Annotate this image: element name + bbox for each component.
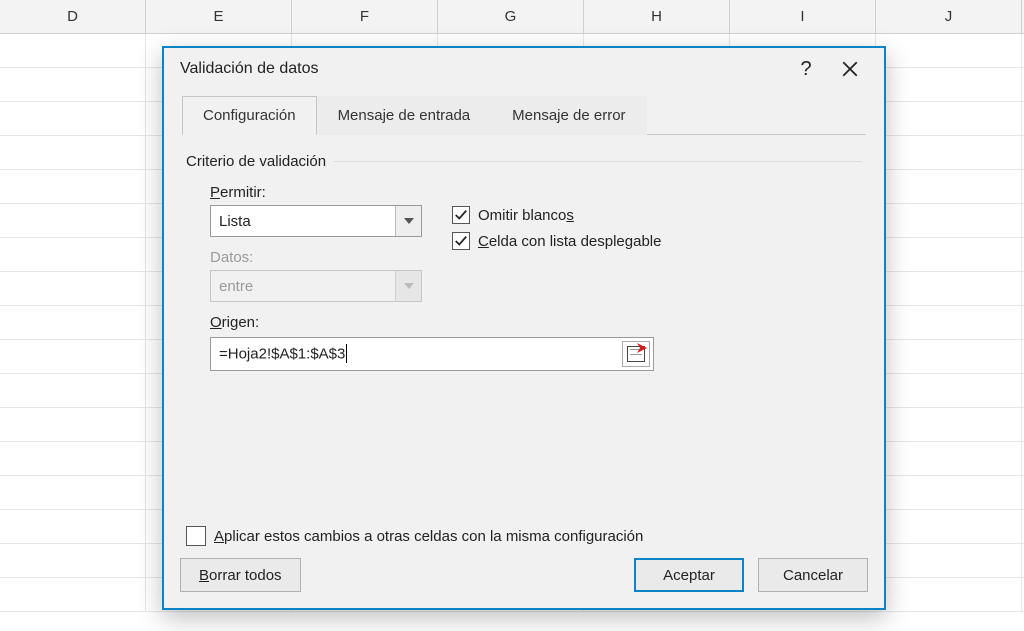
aplicar-cambios-checkbox[interactable]: Aplicar estos cambios a otras celdas con… [186, 526, 643, 546]
datos-dropdown-button [395, 271, 421, 301]
origen-label: Origen: [210, 314, 862, 331]
aplicar-cambios-label: Aplicar estos cambios a otras celdas con… [214, 528, 643, 545]
column-header[interactable]: F [292, 0, 438, 33]
chevron-down-icon [404, 218, 414, 224]
celda-lista-label: Celda con lista desplegable [478, 233, 661, 250]
chevron-down-icon [404, 283, 414, 289]
checkbox-box [452, 206, 470, 224]
aceptar-button[interactable]: Aceptar [634, 558, 744, 592]
column-header[interactable]: G [438, 0, 584, 33]
column-header[interactable]: E [146, 0, 292, 33]
check-icon [454, 208, 468, 222]
tab-configuracion[interactable]: Configuración [182, 96, 317, 135]
cancelar-button[interactable]: Cancelar [758, 558, 868, 592]
datos-value: entre [211, 278, 395, 295]
column-header[interactable]: J [876, 0, 1022, 33]
tab-mensaje-entrada[interactable]: Mensaje de entrada [317, 96, 492, 135]
column-header[interactable]: I [730, 0, 876, 33]
criterio-group: Criterio de validación Permitir: Lista [182, 153, 866, 371]
permitir-dropdown-button[interactable] [395, 206, 421, 236]
data-validation-dialog: Validación de datos ? Configuración Mens… [162, 46, 886, 610]
help-button[interactable]: ? [784, 53, 828, 85]
titlebar: Validación de datos ? [164, 48, 884, 90]
close-button[interactable] [828, 53, 872, 85]
column-header-row: D E F G H I J [0, 0, 1024, 34]
column-header[interactable]: D [0, 0, 146, 33]
text-caret [346, 344, 347, 363]
origen-input-wrap: =Hoja2!$A$1:$A$3 [210, 337, 654, 371]
celda-lista-checkbox[interactable]: Celda con lista desplegable [452, 232, 661, 250]
permitir-value: Lista [211, 213, 395, 230]
criterio-legend: Criterio de validación [186, 153, 326, 170]
divider [334, 161, 862, 162]
omitir-blancos-checkbox[interactable]: Omitir blancos [452, 206, 661, 224]
button-row: Borrar todos Aceptar Cancelar [180, 558, 868, 592]
permitir-label: Permitir: [210, 184, 422, 201]
tab-mensaje-error[interactable]: Mensaje de error [491, 96, 646, 135]
check-icon [454, 234, 468, 248]
checkbox-box [452, 232, 470, 250]
borrar-todos-button[interactable]: Borrar todos [180, 558, 301, 592]
close-icon [841, 60, 859, 78]
omitir-blancos-label: Omitir blancos [478, 207, 574, 224]
dialog-title: Validación de datos [180, 60, 784, 78]
column-header[interactable]: H [584, 0, 730, 33]
range-reference-button[interactable] [622, 341, 650, 367]
tabs: Configuración Mensaje de entrada Mensaje… [182, 96, 866, 135]
checkbox-box [186, 526, 206, 546]
datos-label: Datos: [210, 249, 422, 266]
range-reference-icon [627, 346, 645, 362]
permitir-select[interactable]: Lista [210, 205, 422, 237]
origen-input[interactable]: =Hoja2!$A$1:$A$3 [211, 338, 622, 370]
datos-select: entre [210, 270, 422, 302]
